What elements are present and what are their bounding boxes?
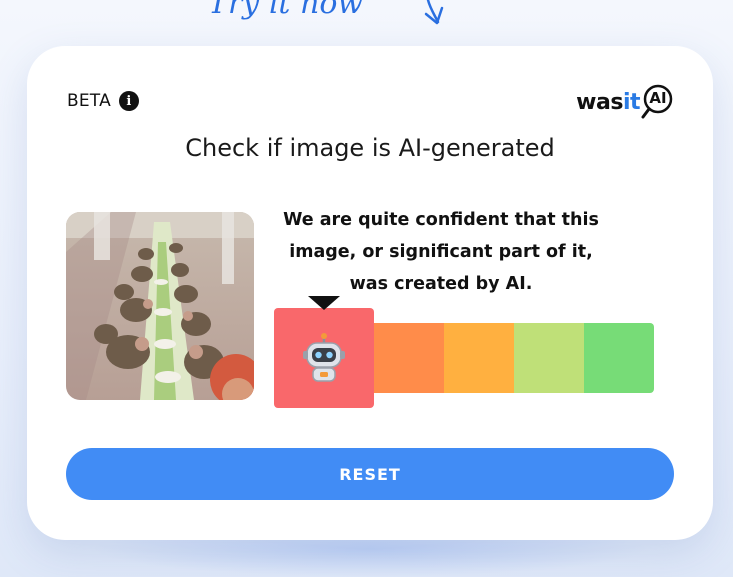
reset-button[interactable]: RESET [66,448,674,500]
meter-segment-2 [374,323,444,393]
hand-drawn-arrow-icon [424,0,444,25]
meter-segment-4 [514,323,584,393]
try-it-now-tagline: Try it now [208,0,364,21]
logo-text-ai: AI [649,89,667,107]
uploaded-image-thumbnail [66,212,254,400]
ai-check-card: BETA i wasit AI Check if image is AI-gen… [27,46,713,540]
beta-label: BETA [67,91,111,111]
confidence-meter [274,296,654,408]
logo-text-was: was [576,89,623,115]
wasitai-logo[interactable]: wasit AI [576,84,677,120]
page-title: Check if image is AI-generated [185,134,555,162]
meter-pointer-icon [308,296,340,310]
logo-wordmark: wasit [576,90,640,115]
robot-icon [303,333,345,382]
meter-segment-3 [444,323,514,393]
logo-text-it: it [622,89,641,115]
info-icon[interactable]: i [118,91,139,111]
magnifier-icon: AI [641,84,677,120]
meter-segment-5 [584,323,654,393]
meter-active-segment [274,296,374,408]
ai-verdict-text: We are quite confident that this image, … [283,210,599,294]
beta-badge: BETA i [67,91,139,111]
